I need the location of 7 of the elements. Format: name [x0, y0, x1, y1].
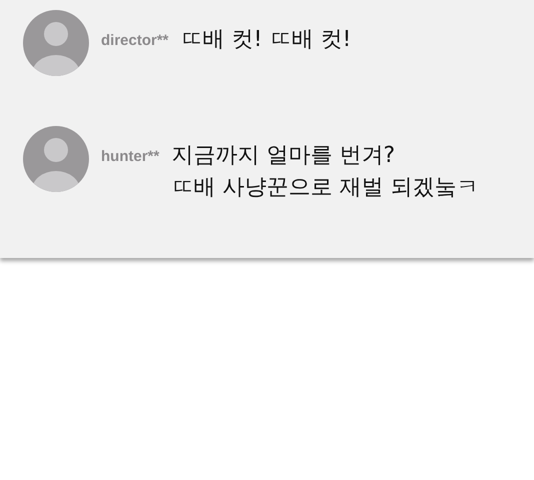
avatar-icon [23, 10, 89, 76]
comment-text: 지금까지 얼마를 번겨? [171, 142, 396, 170]
comment-text: ㄸ배 사냥꾼으로 재벌 되겠눜ㅋ [171, 174, 478, 202]
avatar-icon [23, 126, 89, 192]
username: hunter** [101, 148, 160, 165]
comment-text: ㄸ배 컷! ㄸ배 컷! [180, 26, 352, 54]
username: director** [101, 32, 169, 49]
